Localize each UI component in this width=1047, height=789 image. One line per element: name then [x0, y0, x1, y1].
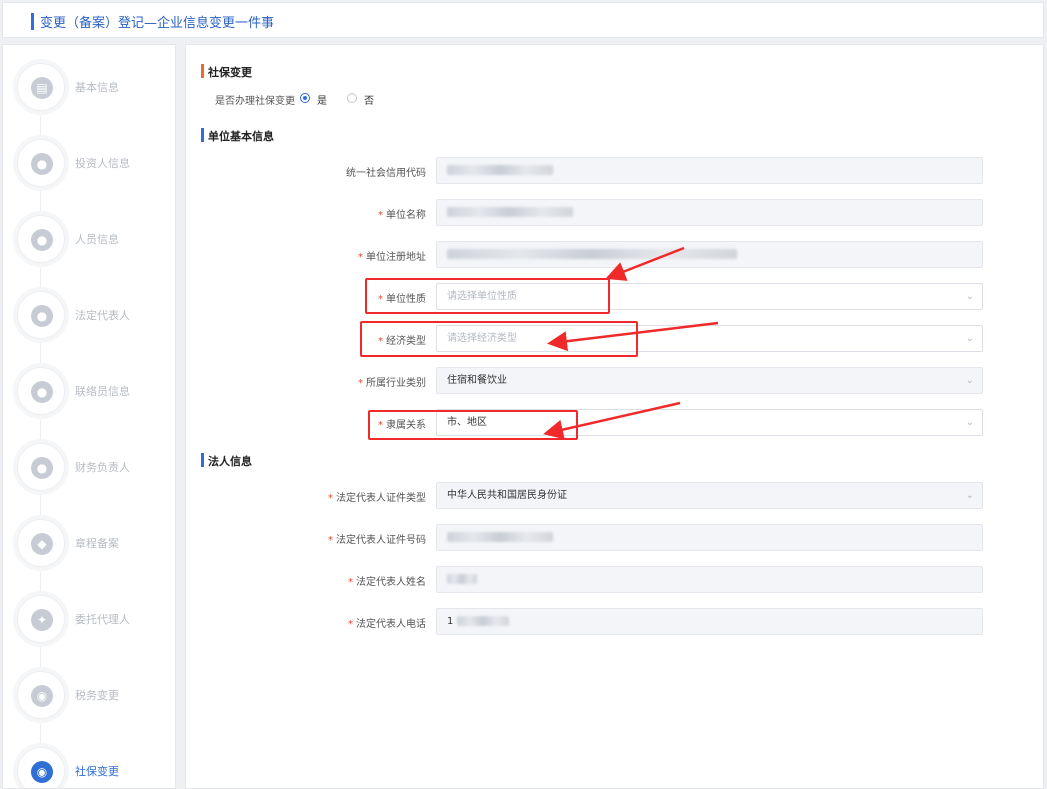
unit-address-field [436, 241, 983, 268]
step-circle: ● [17, 291, 65, 339]
chevron-down-icon: ⌄ [965, 375, 974, 386]
legal-phone-label: * 法定代表人电话 [348, 619, 426, 630]
id-number-label: * 法定代表人证件号码 [328, 535, 426, 546]
form-panel: 社保变更 是否办理社保变更 是 否 单位基本信息 统一社会信用代码 * 单位名称 … [185, 44, 1044, 789]
step-label: 税务变更 [75, 689, 119, 702]
step-item[interactable]: ▤ 基本信息 [17, 63, 175, 113]
chevron-down-icon: ⌄ [965, 490, 974, 501]
social-security-question: 是否办理社保变更 [215, 96, 295, 107]
header-accent-bar [31, 13, 34, 30]
chevron-down-icon: ⌄ [965, 291, 974, 302]
industry-field: 住宿和餐饮业 ⌄ [436, 367, 983, 394]
step-label: 章程备案 [75, 537, 119, 550]
step-label: 联络员信息 [75, 385, 130, 398]
unit-name-label: * 单位名称 [378, 210, 426, 221]
step-label: 社保变更 [75, 765, 119, 778]
step-item[interactable]: ◉ 税务变更 [17, 671, 175, 721]
step-item[interactable]: ● 法定代表人 [17, 291, 175, 341]
step-item[interactable]: ◆ 章程备案 [17, 519, 175, 569]
document-icon: ▤ [31, 77, 53, 99]
redacted-value [447, 532, 553, 542]
contact-person-icon: ● [31, 381, 53, 403]
step-sidebar: ▤ 基本信息 ● 投资人信息 ● 人员信息 ● 法定代表人 ● 联络员信息 ● 财务负责人 ◆ 章程备案 ✦… [2, 44, 176, 789]
step-label: 基本信息 [75, 81, 119, 94]
eye-icon: ◉ [31, 761, 53, 783]
radio-no[interactable] [347, 93, 357, 103]
legal-name-label: * 法定代表人姓名 [348, 577, 426, 588]
page-title: 变更（备案）登记—企业信息变更一件事 [40, 16, 275, 31]
redacted-value [456, 616, 509, 626]
step-circle: ◉ [17, 671, 65, 719]
annotation-box-economic-type [360, 321, 638, 357]
redacted-value [447, 574, 477, 584]
step-label: 人员信息 [75, 233, 119, 246]
step-label: 投资人信息 [75, 157, 130, 170]
credit-code-label: 统一社会信用代码 [346, 168, 426, 179]
step-item[interactable]: ● 人员信息 [17, 215, 175, 265]
people-icon: ● [31, 229, 53, 251]
unit-address-label: * 单位注册地址 [358, 252, 426, 263]
credit-code-field [436, 157, 983, 184]
step-item[interactable]: ● 联络员信息 [17, 367, 175, 417]
step-circle: ● [17, 215, 65, 263]
step-item[interactable]: ◉ 社保变更 [17, 747, 175, 788]
person-icon: ● [31, 305, 53, 327]
step-circle: ◆ [17, 519, 65, 567]
id-number-field [436, 524, 983, 551]
step-circle: ▤ [17, 63, 65, 111]
annotation-box-affiliation [368, 410, 578, 440]
section-title-unit-info: 单位基本信息 [201, 128, 274, 143]
step-item[interactable]: ● 投资人信息 [17, 139, 175, 189]
chevron-down-icon: ⌄ [965, 333, 974, 344]
step-label: 委托代理人 [75, 613, 130, 626]
radio-yes[interactable] [300, 93, 310, 103]
section-title-social-security: 社保变更 [201, 64, 252, 79]
id-type-label: * 法定代表人证件类型 [328, 493, 426, 504]
step-circle: ● [17, 139, 65, 187]
step-circle: ✦ [17, 595, 65, 643]
unit-name-field [436, 199, 983, 226]
shield-icon: ◆ [31, 533, 53, 555]
finance-person-icon: ● [31, 457, 53, 479]
step-circle: ● [17, 443, 65, 491]
radio-yes-label[interactable]: 是 [317, 92, 327, 107]
redacted-value [447, 165, 553, 175]
id-type-field: 中华人民共和国居民身份证 ⌄ [436, 482, 983, 509]
step-item[interactable]: ✦ 委托代理人 [17, 595, 175, 645]
step-label: 财务负责人 [75, 461, 130, 474]
radio-no-label[interactable]: 否 [364, 92, 374, 107]
investor-icon: ● [31, 153, 53, 175]
step-item[interactable]: ● 财务负责人 [17, 443, 175, 493]
page-header: 变更（备案）登记—企业信息变更一件事 [2, 2, 1044, 38]
annotation-box-unit-nature [365, 278, 610, 314]
step-label: 法定代表人 [75, 309, 130, 322]
eye-icon: ◉ [31, 685, 53, 707]
handshake-icon: ✦ [31, 609, 53, 631]
legal-name-field [436, 566, 983, 593]
step-circle: ● [17, 367, 65, 415]
chevron-down-icon: ⌄ [965, 417, 974, 428]
legal-phone-field: 1 [436, 608, 983, 635]
redacted-value [447, 207, 573, 217]
section-title-legal-info: 法人信息 [201, 453, 252, 468]
step-circle: ◉ [17, 747, 65, 788]
redacted-value [447, 249, 737, 259]
industry-label: * 所属行业类别 [358, 378, 426, 389]
